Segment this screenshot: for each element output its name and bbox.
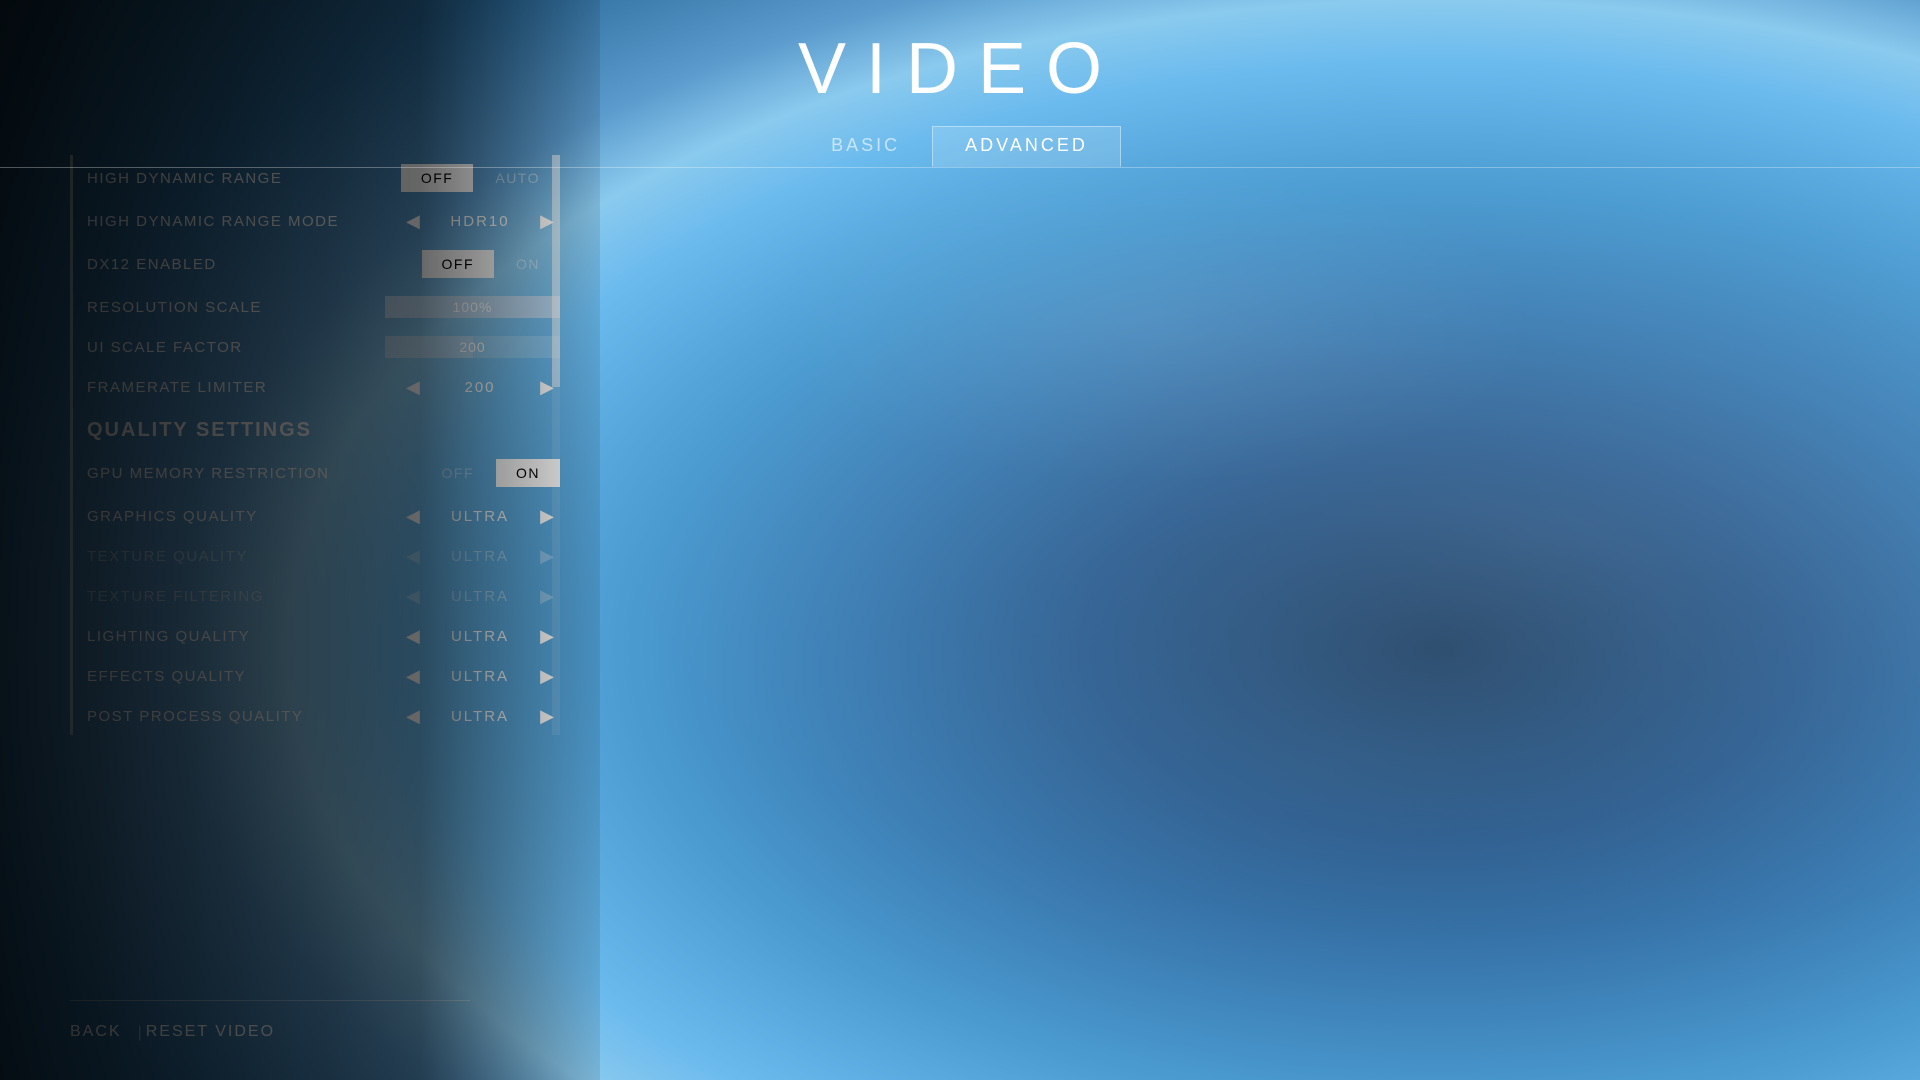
tabs-container: BASIC ADVANCED xyxy=(0,126,1920,168)
tab-basic[interactable]: BASIC xyxy=(799,126,932,167)
page-title: VIDEO xyxy=(798,28,1122,110)
page-wrapper: VIDEO BASIC ADVANCED xyxy=(0,0,1920,1080)
tab-advanced[interactable]: ADVANCED xyxy=(932,126,1121,167)
